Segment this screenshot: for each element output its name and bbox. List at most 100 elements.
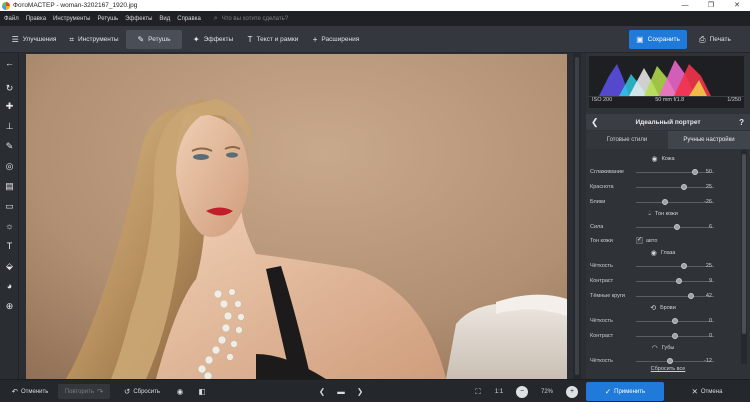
search-box[interactable]: ⌕ Что вы хотите сделать? bbox=[214, 15, 288, 23]
slider-label: Контраст bbox=[590, 333, 614, 339]
tab-ready-styles[interactable]: Готовые стили bbox=[586, 131, 668, 149]
auto-checkbox[interactable]: ✓ bbox=[636, 237, 643, 244]
undo-button[interactable]: ↶ Отменить bbox=[6, 384, 54, 399]
save-button[interactable]: ▣ Сохранить bbox=[629, 30, 687, 49]
canvas-scrollbar-thumb[interactable] bbox=[575, 57, 579, 375]
tab-effects[interactable]: ✦ Эффекты bbox=[186, 30, 240, 49]
slider-value: 25 bbox=[705, 263, 712, 269]
slider-lip-clarity[interactable]: Чёткость -12 bbox=[586, 355, 740, 364]
redo-icon: ↷ bbox=[97, 387, 104, 396]
slider-knob[interactable] bbox=[681, 263, 688, 269]
reset-all-link[interactable]: Сбросить все bbox=[586, 366, 750, 376]
section-brows-label: Брови bbox=[660, 305, 676, 311]
eye-preview-button[interactable]: ◉ bbox=[172, 384, 188, 399]
back-arrow-icon[interactable]: ← bbox=[0, 56, 19, 70]
search-placeholder[interactable]: Что вы хотите сделать? bbox=[222, 16, 288, 22]
window-title: ФотоМАСТЕР - woman-3202167_1920.jpg bbox=[13, 2, 138, 9]
slider-strength[interactable]: Сила 6 bbox=[586, 221, 740, 233]
fill-bucket-icon[interactable]: ⬙ bbox=[0, 259, 19, 273]
tab-text-frames[interactable]: T Текст и рамки bbox=[242, 30, 304, 49]
next-image-button[interactable]: ❯ bbox=[352, 384, 368, 399]
sliders-icon: ☰ bbox=[11, 35, 19, 44]
menu-help[interactable]: Справка bbox=[177, 16, 201, 22]
slider-label: Сила bbox=[590, 224, 604, 230]
stamp-icon[interactable]: ⊥ bbox=[0, 119, 19, 133]
rotate-icon[interactable]: ↻ bbox=[0, 81, 19, 95]
auto-checkbox-label[interactable]: авто bbox=[646, 238, 657, 244]
reset-button[interactable]: ↺ Сбросить bbox=[120, 384, 164, 399]
shutter-value: 1/250 bbox=[727, 97, 741, 103]
tab-enhancements[interactable]: ☰ Улучшения bbox=[6, 30, 62, 49]
canvas-scrollbar[interactable] bbox=[573, 53, 581, 379]
slider-knob[interactable] bbox=[661, 199, 668, 205]
actual-size-button[interactable]: 1:1 bbox=[490, 384, 508, 399]
cancel-button[interactable]: ✕ Отмена bbox=[668, 382, 746, 401]
close-button[interactable]: ✕ bbox=[724, 0, 750, 11]
tab-enhancements-label: Улучшения bbox=[22, 36, 57, 43]
color-drop-icon[interactable]: ◕ bbox=[0, 279, 19, 293]
minimize-button[interactable]: — bbox=[672, 0, 698, 11]
panel-title: Идеальный портрет bbox=[635, 118, 701, 126]
photo-canvas[interactable] bbox=[26, 54, 567, 379]
slider-redness[interactable]: Краснота 25 bbox=[586, 181, 740, 193]
zoom-out-icon[interactable]: − bbox=[516, 386, 528, 398]
search-icon: ⌕ bbox=[213, 14, 218, 22]
tab-effects-label: Эффекты bbox=[203, 36, 234, 43]
menu-edit[interactable]: Правка bbox=[26, 16, 46, 22]
magic-wand-icon: ✦ bbox=[192, 35, 200, 44]
slider-knob[interactable] bbox=[667, 358, 674, 364]
slider-label: Чёткость bbox=[590, 318, 613, 324]
globe-icon[interactable]: ⊕ bbox=[0, 299, 19, 313]
menu-effects[interactable]: Эффекты bbox=[125, 16, 152, 22]
menu-file[interactable]: Файл bbox=[4, 16, 19, 22]
slider-knob[interactable] bbox=[675, 278, 682, 284]
slider-dark-circles[interactable]: Тёмные круги 42 bbox=[586, 290, 740, 302]
tab-tools[interactable]: ⌗ Инструменты bbox=[64, 30, 124, 49]
section-eyes: ◉ Глаза bbox=[586, 247, 740, 259]
slider-knob[interactable] bbox=[672, 333, 678, 339]
brush-tool-icon[interactable]: ✎ bbox=[0, 139, 19, 153]
compare-button[interactable]: ◧ bbox=[194, 384, 210, 399]
slider-brow-clarity[interactable]: Чёткость 0 bbox=[586, 315, 740, 327]
slider-value: 25 bbox=[705, 184, 712, 190]
redo-button[interactable]: Повторить ↷ bbox=[58, 384, 110, 399]
tab-manual-settings[interactable]: Ручные настройки bbox=[668, 131, 750, 149]
panel-scrollbar[interactable] bbox=[741, 150, 747, 364]
fit-screen-icon: ⛶ bbox=[475, 386, 481, 396]
section-skin-tone-label: Тон кожи bbox=[655, 211, 678, 217]
panel-scrollbar-thumb[interactable] bbox=[742, 154, 746, 334]
zoom-in-icon[interactable]: + bbox=[566, 386, 578, 398]
text-tool-icon[interactable]: T bbox=[0, 239, 19, 253]
slider-shine[interactable]: Блики -26 bbox=[586, 196, 740, 208]
vignette-icon[interactable]: ▭ bbox=[0, 199, 19, 213]
slider-knob[interactable] bbox=[681, 184, 688, 190]
help-button[interactable]: ? bbox=[739, 118, 744, 127]
menu-retouch[interactable]: Ретушь bbox=[97, 16, 118, 22]
apply-button[interactable]: ✓ Применить bbox=[586, 382, 664, 401]
slider-value: 0 bbox=[708, 318, 712, 324]
slider-eye-clarity[interactable]: Чёткость 25 bbox=[586, 260, 740, 272]
back-chevron-icon[interactable]: ❮ bbox=[591, 117, 599, 128]
tab-retouch[interactable]: ✎ Ретушь bbox=[126, 30, 182, 49]
slider-label: Контраст bbox=[590, 278, 614, 284]
slider-eye-contrast[interactable]: Контраст 9 bbox=[586, 275, 740, 287]
slider-knob[interactable] bbox=[674, 224, 681, 230]
exif-info: ISO 200 50 mm f/1.8 1/250 bbox=[589, 97, 744, 107]
tab-extensions[interactable]: + Расширения bbox=[308, 30, 364, 49]
target-icon[interactable]: ◎ bbox=[0, 159, 19, 173]
folder-button[interactable]: ▬ bbox=[333, 384, 349, 399]
checkbox-row-label: Тон кожи bbox=[590, 238, 613, 244]
fit-screen-button[interactable]: ⛶ bbox=[470, 384, 486, 399]
bandage-icon[interactable]: ✚ bbox=[0, 99, 19, 113]
menu-tools[interactable]: Инструменты bbox=[53, 16, 90, 22]
prev-image-button[interactable]: ❮ bbox=[314, 384, 330, 399]
print-button[interactable]: ⎙ Печать bbox=[689, 30, 741, 49]
gradient-filter-icon[interactable]: ▤ bbox=[0, 179, 19, 193]
light-icon[interactable]: ☼ bbox=[0, 219, 19, 233]
menu-view[interactable]: Вид bbox=[159, 16, 170, 22]
close-icon: ✕ bbox=[691, 387, 698, 396]
maximize-button[interactable]: ❐ bbox=[698, 0, 724, 11]
slider-smooth[interactable]: Сглаживание 50 bbox=[586, 166, 740, 178]
slider-knob[interactable] bbox=[672, 318, 678, 324]
slider-brow-contrast[interactable]: Контраст 0 bbox=[586, 330, 740, 342]
